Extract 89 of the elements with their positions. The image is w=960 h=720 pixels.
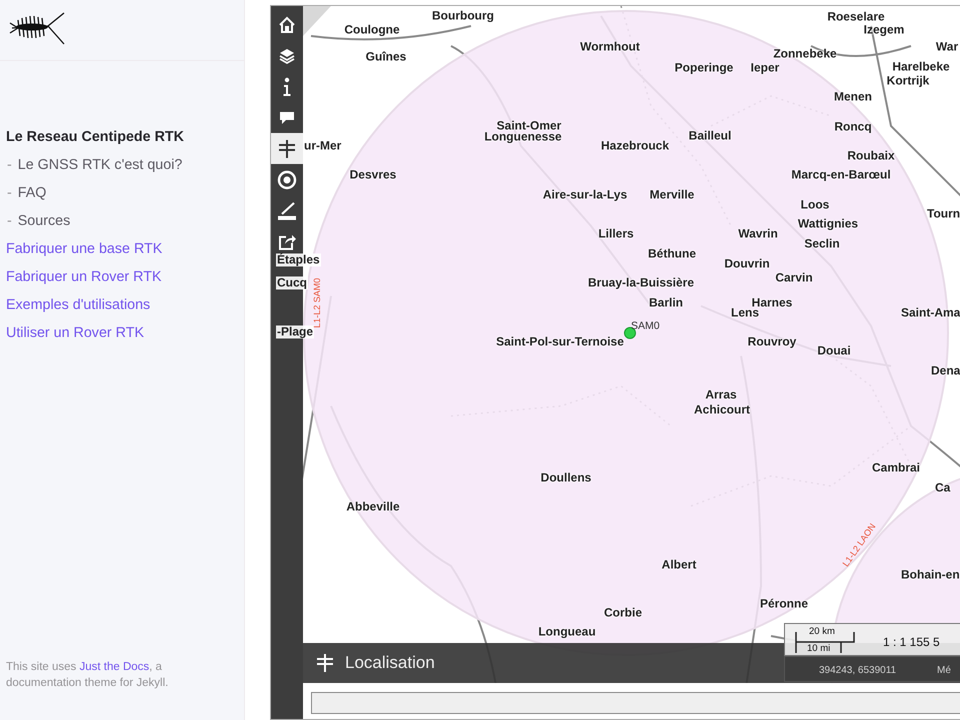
place-label: Roubaix — [847, 150, 895, 162]
place-label: Corbie — [604, 606, 642, 620]
place-label: Wattignies — [798, 218, 858, 230]
place-label: Bourbourg — [432, 10, 494, 22]
footer-link[interactable]: Just the Docs — [80, 661, 150, 673]
place-label: Harelbeke — [892, 60, 950, 74]
map-tool-button[interactable] — [271, 133, 303, 164]
list-bullet: - — [7, 157, 12, 173]
place-label: Poperinge — [674, 62, 734, 74]
place-label: Ca — [935, 482, 950, 494]
nav-link[interactable]: Exemples d'utilisations — [6, 297, 150, 313]
list-bullet: - — [7, 185, 12, 201]
place-label: Wormhout — [580, 40, 640, 54]
panel-title: Localisation — [345, 652, 435, 674]
target-icon — [277, 170, 297, 190]
place-label: Bailleul — [688, 130, 732, 142]
place-label: Longueau — [538, 626, 596, 638]
place-label: Béthune — [648, 248, 696, 260]
place-label: Marcq-en-Barœul — [791, 168, 891, 182]
place-label: Roeselare — [827, 10, 885, 24]
place-label: Kortrijk — [886, 74, 930, 88]
route-label: L1-L2 SAM0 — [312, 278, 322, 328]
place-label: Dena — [931, 364, 960, 378]
signpost-icon — [277, 138, 297, 158]
place-label: Menen — [834, 90, 872, 104]
place-label: Carvin — [775, 272, 813, 284]
nav-link[interactable]: Fabriquer une base RTK — [6, 241, 162, 257]
place-label: Saint-Omer — [496, 120, 562, 132]
place-label: Lens — [731, 306, 759, 320]
place-label: Roncq — [834, 120, 872, 134]
scale-ratio: 1 : 1 155 5 — [883, 634, 941, 651]
layers-icon — [278, 46, 296, 64]
place-label: Tourn — [927, 208, 960, 220]
place-label: Barlin — [649, 296, 683, 310]
place-label: Guînes — [366, 50, 406, 64]
nav-link[interactable]: Le GNSS RTK c'est quoi? — [18, 157, 182, 173]
place-label: ur-Mer — [304, 140, 342, 152]
footer-text: This site uses Just the Docs, a documentation theme for Jekyll. — [6, 660, 170, 691]
place-label: Saint-Pol-sur-Ternoise — [496, 336, 624, 348]
scale-text: 10 mi — [807, 644, 830, 654]
nav-link[interactable]: Sources — [18, 213, 70, 229]
signpost-icon — [315, 653, 335, 673]
nav-link[interactable]: Utiliser un Rover RTK — [6, 325, 144, 341]
coordinates-text: 394243, 6539011 — [819, 664, 896, 678]
search-field[interactable] — [311, 692, 960, 714]
place-label: Bruay-la-Buissière — [588, 276, 694, 290]
centipede-logo[interactable] — [8, 10, 66, 46]
projection-text: Mé — [937, 664, 951, 678]
place-label: Longuenesse — [484, 130, 562, 144]
scale-text: 20 km — [809, 627, 835, 637]
place-label: Lillers — [598, 228, 634, 240]
place-label: Coulogne — [344, 24, 400, 36]
place-label: Hazebrouck — [600, 140, 670, 152]
place-label: Zonnebeke — [773, 48, 837, 60]
place-label: Ieper — [750, 62, 780, 74]
comment-icon — [279, 110, 295, 124]
nav-heading: Le Reseau Centipede RTK — [6, 128, 185, 147]
place-label: Arras — [705, 388, 737, 402]
marker-label: SAM0 — [631, 321, 660, 332]
place-label: Douvrin — [724, 258, 770, 270]
ruler-pencil-icon — [277, 200, 297, 220]
place-label: Aire-sur-la-Lys — [542, 188, 628, 202]
home-icon — [278, 16, 296, 34]
place-label: Merville — [650, 188, 694, 202]
place-label: Loos — [800, 198, 830, 212]
place-label: Rouvroy — [748, 336, 796, 348]
place-label: Seclin — [804, 238, 840, 250]
place-label: Cucq — [276, 276, 308, 290]
place-label: Albert — [662, 558, 696, 572]
nav-link[interactable]: FAQ — [18, 185, 46, 201]
place-label: Bohain-en — [901, 568, 960, 582]
place-label: Desvres — [350, 168, 396, 182]
list-bullet: - — [7, 213, 12, 229]
place-label: Étaples — [276, 254, 321, 266]
place-label: War — [936, 40, 958, 54]
place-label: Saint-Ama — [901, 306, 960, 320]
place-label: Achicourt — [694, 404, 750, 416]
place-label: -Plage — [276, 326, 314, 338]
place-label: Cambrai — [872, 462, 920, 474]
share-icon — [278, 232, 296, 250]
place-label: Wavrin — [738, 228, 778, 240]
info-icon — [281, 76, 293, 96]
place-label: Harnes — [752, 296, 792, 310]
place-label: Abbeville — [346, 500, 400, 514]
nav-link[interactable]: Fabriquer un Rover RTK — [6, 269, 162, 285]
place-label: Péronne — [760, 598, 808, 610]
place-label: Doullens — [540, 472, 592, 484]
place-label: Izegem — [864, 24, 904, 36]
place-label: Douai — [817, 344, 851, 358]
